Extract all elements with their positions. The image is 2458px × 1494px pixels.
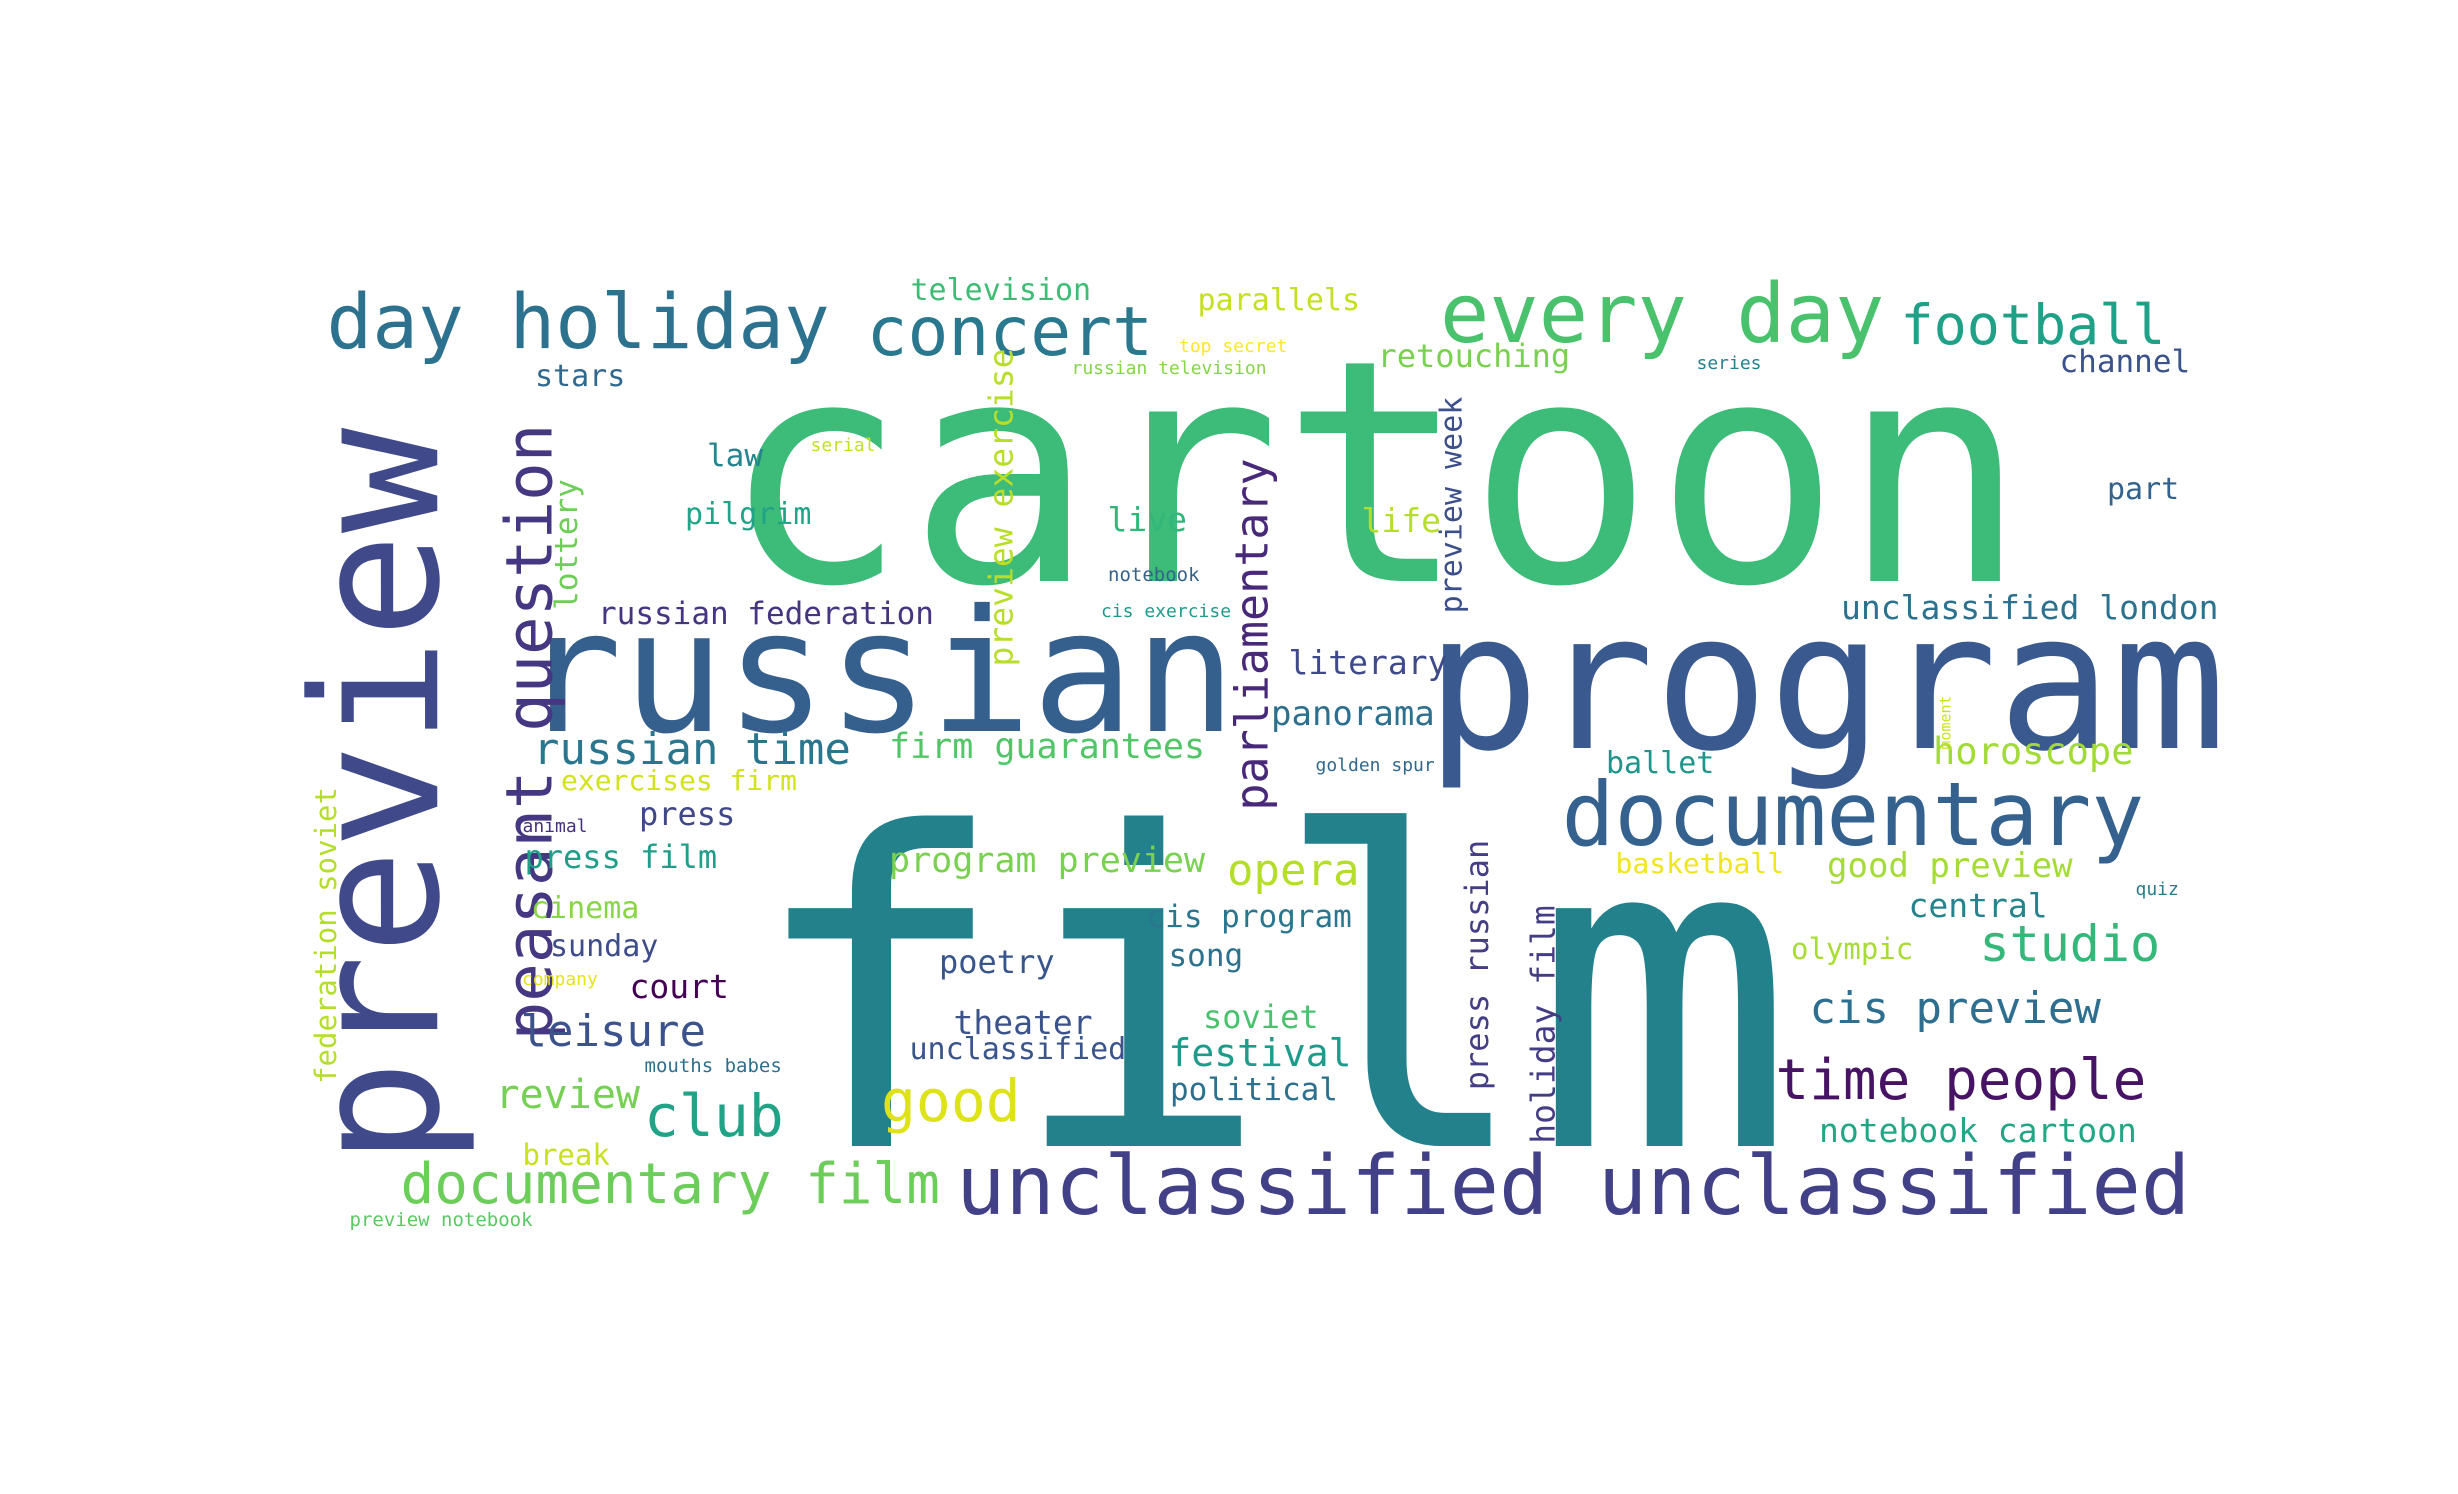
word-preview-week: preview week (1433, 396, 1469, 614)
word-opera: opera (1227, 845, 1360, 896)
word-cis-exercise: cis exercise (1101, 601, 1232, 622)
word-parliamentary: parliamentary (1225, 457, 1279, 811)
word-olympic: olympic (1791, 931, 1914, 966)
word-animal: animal (522, 816, 588, 837)
word-live: live (1107, 499, 1187, 539)
word-golden-spur: golden spur (1315, 755, 1435, 776)
word-unclassified-unclassified: unclassified unclassified (956, 1139, 2191, 1234)
word-series: series (1696, 353, 1762, 374)
word-unclassified: unclassified (909, 1032, 1127, 1067)
word-quiz: quiz (2135, 879, 2179, 900)
word-poetry: poetry (939, 943, 1055, 981)
word-preview-notebook: preview notebook (349, 1208, 533, 1231)
word-cis-preview: cis preview (1809, 983, 2101, 1034)
word-preview-exercise: preview exercise (981, 348, 1021, 666)
word-parallels: parallels (1197, 283, 1361, 318)
word-mouths-babes: mouths babes (644, 1054, 782, 1077)
word-stars: stars (535, 359, 626, 394)
word-political: political (1170, 1071, 1338, 1108)
word-law: law (707, 437, 763, 474)
word-program-preview: program preview (889, 840, 1206, 881)
word-song: song (1168, 937, 1244, 974)
word-part: part (2107, 472, 2180, 507)
word-panorama: panorama (1271, 694, 1435, 734)
word-exercises-firm: exercises firm (561, 764, 798, 797)
word-cinema: cinema (531, 891, 640, 926)
word-company: company (522, 969, 598, 990)
word-break: break (522, 1137, 610, 1172)
word-press-film: press film (524, 838, 718, 876)
word-pilgrim: pilgrim (685, 497, 812, 532)
word-court: court (629, 966, 729, 1006)
word-documentary-film: documentary film (400, 1152, 940, 1217)
word-holiday-film: holiday film (1523, 904, 1563, 1144)
word-day-holiday: day holiday (326, 277, 830, 366)
word-notebook: notebook (1108, 563, 1200, 586)
word-moment: moment (1936, 694, 1955, 750)
word-festival: festival (1168, 1031, 1352, 1075)
word-federation-soviet: federation soviet (308, 786, 343, 1084)
word-sunday: sunday (550, 929, 659, 964)
word-club: club (644, 1082, 784, 1150)
word-review: review (495, 1072, 641, 1118)
word-unclassified-london: unclassified london (1841, 587, 2219, 627)
word-russian-federation: russian federation (598, 595, 934, 632)
word-ballet: ballet (1606, 746, 1715, 781)
word-retouching: retouching (1377, 337, 1571, 375)
word-press: press (639, 795, 736, 833)
word-central: central (1908, 885, 2048, 925)
word-cloud: cartoon film program russian preview unclassi… (0, 0, 2458, 1494)
word-serial: serial (810, 435, 876, 456)
word-lottery: lottery (548, 478, 585, 610)
word-cis-program: cis program (1146, 898, 1352, 935)
word-horoscope: horoscope (1933, 729, 2134, 773)
word-literary: literary (1288, 642, 1448, 682)
word-firm-guarantees: firm guarantees (889, 726, 1206, 767)
word-television: television (910, 273, 1092, 308)
word-russian-television: russian television (1071, 358, 1267, 379)
word-studio: studio (1979, 915, 2161, 973)
word-press-russian: press russian (1458, 839, 1497, 1091)
word-good: good (881, 1067, 1021, 1135)
word-life: life (1361, 500, 1441, 540)
word-good-preview: good preview (1827, 846, 2073, 886)
word-time-people: time people (1775, 1048, 2147, 1113)
word-basketball: basketball (1615, 847, 1785, 880)
word-soviet: soviet (1203, 998, 1319, 1036)
word-leisure: leisure (520, 1006, 706, 1057)
word-top-secret: top secret (1179, 336, 1288, 357)
word-notebook-cartoon: notebook cartoon (1819, 1110, 2137, 1150)
word-channel: channel (2059, 343, 2191, 380)
